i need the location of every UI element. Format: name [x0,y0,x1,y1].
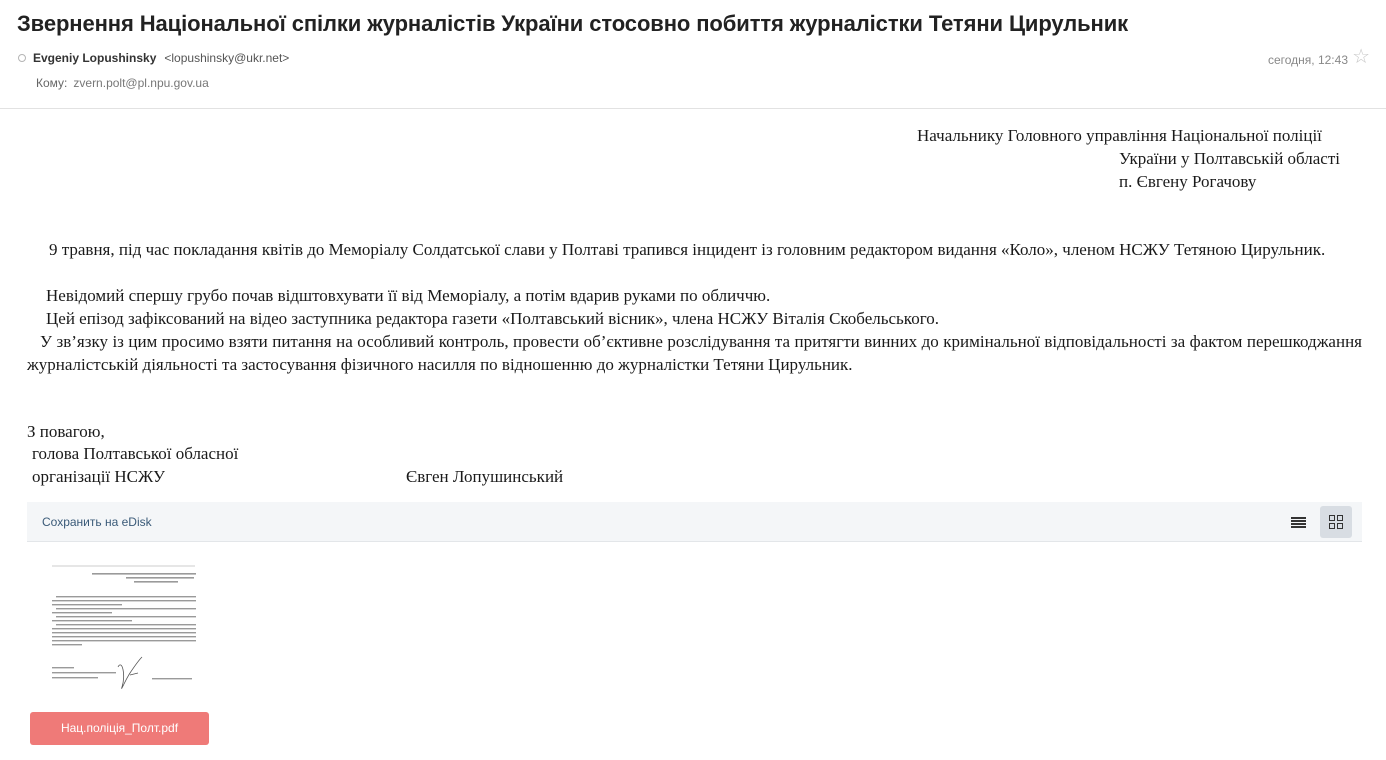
letter-closing: З повагою, [27,422,105,441]
attachments-toolbar: Сохранить на eDisk [27,502,1362,542]
address-line: Начальнику Головного управління Націонал… [917,126,1322,145]
star-icon[interactable]: ☆ [1352,47,1370,67]
attachment-file-button[interactable]: Нац.поліція_Полт.pdf [30,712,209,745]
recipient-address[interactable]: zvern.polt@pl.npu.gov.ua [73,76,208,90]
sender-email[interactable]: <lopushinsky@ukr.net> [164,51,289,65]
signature-org: організації НСЖУ [32,467,166,486]
email-subject: Звернення Національної спілки журналісті… [17,11,1129,36]
list-view-icon [1291,517,1306,528]
list-view-button[interactable] [1282,506,1314,538]
letter-paragraph: У зв’язку із цим просимо взяти питання н… [27,332,1362,374]
document-preview-graphic [52,565,196,689]
header-divider [0,108,1386,109]
sender-row: Evgeniy Lopushinsky <lopushinsky@ukr.net> [18,51,289,65]
save-to-edisk-link[interactable]: Сохранить на eDisk [42,515,152,529]
unread-dot-icon[interactable] [18,54,26,62]
email-date: сегодня, 12:43 [1267,53,1348,67]
address-line: України у Полтавській області [1119,149,1340,168]
address-line: п. Євгену Рогачову [1119,172,1257,191]
to-label: Кому: [36,76,68,90]
letter-paragraph: Цей епізод зафіксований на відео заступн… [46,309,939,328]
sender-name[interactable]: Evgeniy Lopushinsky [33,51,156,65]
letter-paragraph: 9 травня, під час покладання квітів до М… [49,240,1326,259]
recipient-row: Кому: zvern.polt@pl.npu.gov.ua [36,76,209,90]
letter-paragraph: Невідомий спершу грубо почав відштовхува… [46,286,771,305]
attachment-preview[interactable] [30,555,208,707]
signature-title: голова Полтавської обласної [32,444,239,463]
grid-view-button[interactable] [1320,506,1352,538]
signature-name: Євген Лопушинський [406,467,564,486]
